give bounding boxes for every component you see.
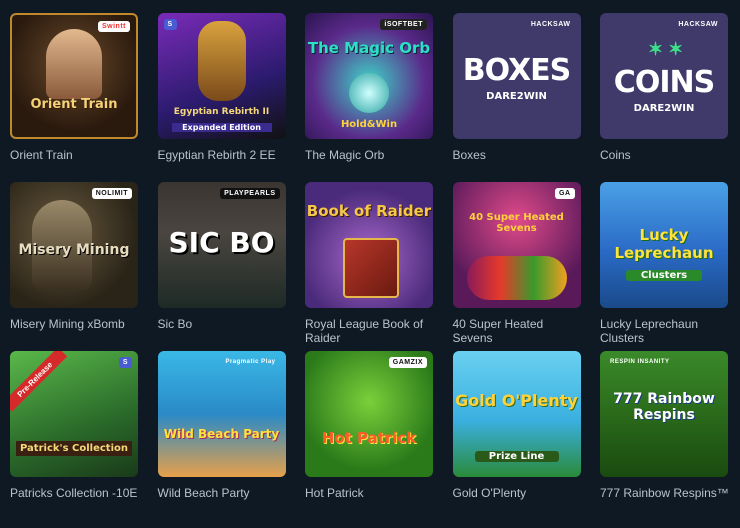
- game-logo-text: Misery Mining: [18, 242, 130, 258]
- game-title[interactable]: Orient Train: [10, 148, 138, 162]
- game-thumbnail[interactable]: NOLIMIT Misery Mining: [10, 182, 138, 308]
- game-title[interactable]: Coins: [600, 148, 728, 162]
- game-title[interactable]: Sic Bo: [158, 317, 286, 331]
- pre-release-ribbon: Pre-Release: [10, 351, 68, 412]
- pharaoh-art-icon: [197, 21, 246, 101]
- game-thumbnail[interactable]: Pragmatic Play Wild Beach Party: [157, 351, 286, 477]
- provider-badge: HACKSAW: [530, 21, 571, 28]
- game-logo-text: Gold O'Plenty: [455, 391, 578, 410]
- game-card-super-heated-sevens[interactable]: GA 40 Super Heated Sevens 40 Super Heate…: [452, 182, 581, 351]
- game-logo-subtext: Clusters: [626, 270, 702, 281]
- game-card-hot-patrick[interactable]: GAMZIX Hot Patrick Hot Patrick: [305, 351, 433, 520]
- game-logo-text: SIC BO: [168, 226, 275, 259]
- game-card-777-rainbow-respins[interactable]: RESPIN INSANITY 777 Rainbow Respins 777 …: [600, 351, 729, 520]
- game-logo-text: Lucky Leprechaun: [614, 226, 714, 262]
- game-thumbnail[interactable]: Lucky Leprechaun Clusters: [600, 182, 728, 308]
- game-card-lucky-leprechaun[interactable]: Lucky Leprechaun Clusters Lucky Leprecha…: [600, 182, 728, 351]
- game-thumbnail[interactable]: Book of Raider: [305, 182, 433, 308]
- game-logo-text: Patrick's Collection: [16, 441, 132, 456]
- game-logo-text: Egyptian Rebirth II: [173, 107, 270, 117]
- game-title[interactable]: Wild Beach Party: [158, 486, 286, 500]
- game-title[interactable]: Patricks Collection -10E: [10, 486, 138, 500]
- game-title[interactable]: The Magic Orb: [305, 148, 433, 162]
- game-thumbnail[interactable]: HACKSAW ✶ ✶ COINS DARE2WIN: [600, 13, 728, 139]
- provider-badge: PLAYPEARLS: [220, 188, 280, 199]
- game-edition-text: Expanded Edition: [171, 123, 272, 132]
- game-logo-text: Orient Train: [30, 97, 118, 112]
- game-card-egyptian-rebirth[interactable]: S Egyptian Rebirth II Expanded Edition E…: [157, 13, 286, 182]
- game-thumbnail[interactable]: RESPIN INSANITY 777 Rainbow Respins: [600, 351, 728, 477]
- game-title[interactable]: Gold O'Plenty: [453, 486, 581, 500]
- game-thumbnail[interactable]: GAMZIX Hot Patrick: [305, 351, 433, 477]
- game-card-book-of-raider[interactable]: Book of Raider Royal League Book of Raid…: [305, 182, 433, 351]
- provider-badge: NOLIMIT: [91, 188, 132, 199]
- game-card-wild-beach-party[interactable]: Pragmatic Play Wild Beach Party Wild Bea…: [157, 351, 286, 520]
- game-logo-subtext: Hold&Win: [340, 119, 398, 130]
- game-card-gold-oplenty[interactable]: Gold O'Plenty Prize Line Gold O'Plenty: [452, 351, 581, 520]
- provider-badge: Swintt: [98, 21, 130, 32]
- provider-badge: Pragmatic Play: [225, 359, 276, 365]
- game-thumbnail[interactable]: GA 40 Super Heated Sevens: [452, 182, 581, 308]
- game-title[interactable]: Boxes: [453, 148, 581, 162]
- provider-badge: GAMZIX: [388, 357, 427, 368]
- game-thumbnail[interactable]: Swintt Orient Train: [10, 13, 138, 139]
- provider-badge: iSOFTBET: [380, 19, 427, 30]
- game-thumbnail[interactable]: PLAYPEARLS SIC BO: [157, 182, 286, 308]
- coin-marks-icon: ✶ ✶: [648, 39, 684, 59]
- game-logo-text: The Magic Orb: [307, 39, 431, 57]
- game-logo-subtext: DARE2WIN: [486, 91, 547, 102]
- game-card-magic-orb[interactable]: iSOFTBET The Magic Orb Hold&Win The Magi…: [305, 13, 433, 182]
- game-logo-text: 777 Rainbow Respins: [613, 391, 715, 423]
- provider-badge: RESPIN INSANITY: [610, 359, 670, 365]
- game-title[interactable]: Misery Mining xBomb: [10, 317, 138, 331]
- game-logo-subtext: DARE2WIN: [633, 103, 695, 114]
- orb-icon: [349, 73, 389, 113]
- game-title[interactable]: 40 Super Heated Sevens: [453, 317, 581, 345]
- provider-badge: GA: [555, 188, 575, 199]
- game-card-misery-mining[interactable]: NOLIMIT Misery Mining Misery Mining xBom…: [10, 182, 138, 351]
- game-logo-text: Hot Patrick: [321, 429, 417, 447]
- game-title[interactable]: 777 Rainbow Respins™: [600, 486, 729, 500]
- game-logo-text: Wild Beach Party: [163, 427, 280, 441]
- game-thumbnail[interactable]: S Egyptian Rebirth II Expanded Edition: [157, 13, 286, 139]
- character-art-icon: [46, 29, 102, 99]
- game-grid: Swintt Orient Train Orient Train S Egypt…: [10, 13, 729, 520]
- game-logo-text: Book of Raider: [306, 202, 432, 220]
- book-icon: [343, 238, 399, 298]
- game-card-sic-bo[interactable]: PLAYPEARLS SIC BO Sic Bo: [157, 182, 286, 351]
- game-card-patricks-collection[interactable]: Pre-Release S Patrick's Collection Patri…: [10, 351, 138, 520]
- game-card-boxes[interactable]: HACKSAW BOXES DARE2WIN Boxes: [452, 13, 581, 182]
- game-thumbnail[interactable]: Gold O'Plenty Prize Line: [452, 351, 581, 477]
- game-thumbnail[interactable]: iSOFTBET The Magic Orb Hold&Win: [305, 13, 433, 139]
- game-logo-text: BOXES: [462, 53, 572, 88]
- game-title[interactable]: Hot Patrick: [305, 486, 433, 500]
- game-thumbnail[interactable]: Pre-Release S Patrick's Collection: [10, 351, 138, 477]
- game-title[interactable]: Lucky Leprechaun Clusters: [600, 317, 728, 345]
- game-thumbnail[interactable]: HACKSAW BOXES DARE2WIN: [452, 13, 581, 139]
- game-logo-subtext: Prize Line: [474, 451, 559, 462]
- game-logo-text: COINS: [613, 65, 715, 100]
- fruits-icon: [466, 256, 567, 300]
- game-title[interactable]: Royal League Book of Raider: [305, 317, 433, 345]
- game-card-coins[interactable]: HACKSAW ✶ ✶ COINS DARE2WIN Coins: [600, 13, 728, 182]
- game-title[interactable]: Egyptian Rebirth 2 EE: [158, 148, 286, 162]
- game-logo-text: 40 Super Heated Sevens: [469, 212, 564, 234]
- game-card-orient-train[interactable]: Swintt Orient Train Orient Train: [10, 13, 138, 182]
- provider-badge: S: [118, 357, 132, 368]
- provider-badge: S: [163, 19, 177, 30]
- provider-badge: HACKSAW: [678, 21, 718, 28]
